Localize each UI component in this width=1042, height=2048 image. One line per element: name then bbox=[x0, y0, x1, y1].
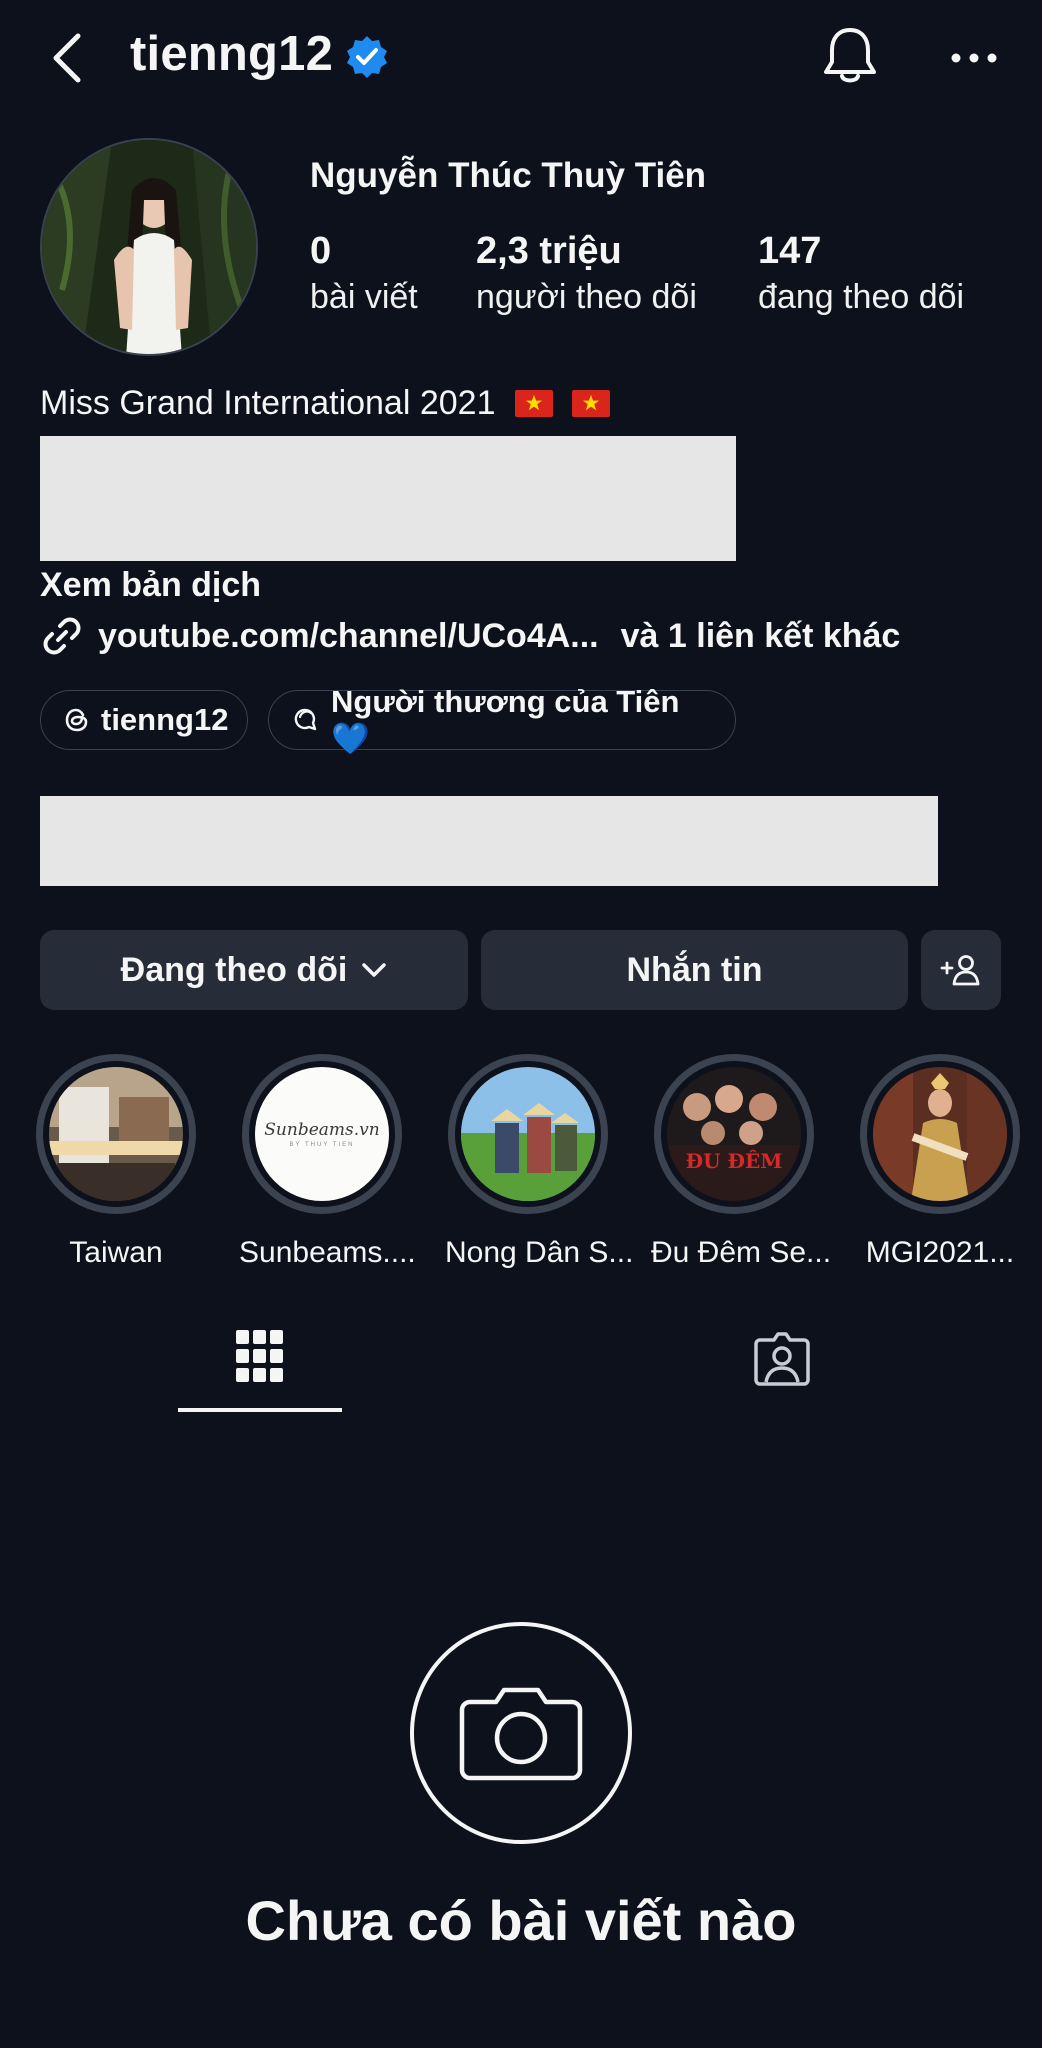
message-button[interactable]: Nhắn tin bbox=[481, 930, 908, 1010]
posts-label: bài viết bbox=[310, 278, 418, 316]
highlight-label: Nong Dân S... bbox=[445, 1236, 634, 1269]
broadcast-channel-chip[interactable]: Người thương của Tiên 💙 bbox=[268, 684, 736, 756]
highlight-sunbeams[interactable]: Sunbeams.vn BY THUY TIEN Sunbeams.... bbox=[239, 1054, 416, 1270]
bell-icon[interactable] bbox=[820, 24, 880, 88]
following-label: đang theo dõi bbox=[758, 278, 965, 316]
bio-link[interactable]: youtube.com/channel/UCo4A... và 1 liên k… bbox=[40, 614, 900, 658]
back-arrow-icon[interactable] bbox=[44, 28, 94, 88]
highlight-label: Đu Đêm Se... bbox=[651, 1236, 832, 1269]
highlight-du-dem[interactable]: ĐU ĐÊM Đu Đêm Se... bbox=[651, 1054, 832, 1270]
chevron-down-icon bbox=[361, 961, 387, 979]
highlight-ring bbox=[36, 1054, 196, 1214]
following-stat[interactable]: 147 đang theo dõi bbox=[758, 228, 964, 320]
followers-label: người theo dõi bbox=[476, 278, 697, 316]
sunbeams-logo-subtext: BY THUY TIEN bbox=[289, 1142, 355, 1148]
followers-stat[interactable]: 2,3 triệu người theo dõi bbox=[476, 228, 697, 320]
active-tab-indicator bbox=[178, 1408, 342, 1412]
following-button[interactable]: Đang theo dõi bbox=[40, 930, 468, 1010]
highlight-thumbnail: Sunbeams.vn BY THUY TIEN bbox=[255, 1067, 389, 1201]
add-person-icon bbox=[940, 953, 982, 987]
link-url[interactable]: youtube.com/channel/UCo4A... bbox=[98, 617, 599, 656]
channel-icon bbox=[291, 705, 321, 735]
message-button-label: Nhắn tin bbox=[626, 950, 763, 989]
following-count: 147 bbox=[758, 230, 822, 272]
highlight-thumbnail: ĐU ĐÊM bbox=[667, 1067, 801, 1201]
highlight-taiwan[interactable]: Taiwan bbox=[33, 1054, 199, 1270]
threads-icon bbox=[63, 706, 91, 734]
following-button-label: Đang theo dõi bbox=[120, 950, 348, 989]
threads-chip[interactable]: tienng12 bbox=[40, 690, 248, 750]
highlight-nong-dan[interactable]: Nong Dân S... bbox=[445, 1054, 634, 1270]
avatar[interactable] bbox=[40, 138, 258, 356]
highlight-mgi2021[interactable]: MGI2021... bbox=[857, 1054, 1023, 1270]
channel-name: Người thương của Tiên 💙 bbox=[331, 683, 680, 756]
empty-state-message: Chưa có bài viết nào bbox=[245, 1889, 797, 1952]
highlight-ring bbox=[448, 1054, 608, 1214]
highlight-ring: Sunbeams.vn BY THUY TIEN bbox=[242, 1054, 402, 1214]
see-translation-link[interactable]: Xem bản dịch bbox=[40, 566, 261, 605]
vietnam-flag-icon bbox=[514, 390, 553, 417]
sunbeams-logo-text: Sunbeams.vn bbox=[264, 1120, 380, 1140]
add-person-button[interactable] bbox=[921, 930, 1001, 1010]
followers-count: 2,3 triệu bbox=[476, 230, 622, 272]
bio-text: Miss Grand International 2021 bbox=[40, 384, 611, 423]
highlight-label: Sunbeams.... bbox=[239, 1236, 416, 1269]
vietnam-flag-icon bbox=[572, 390, 611, 417]
posts-stat[interactable]: 0 bài viết bbox=[310, 228, 418, 320]
bio-line: Miss Grand International 2021 bbox=[40, 384, 496, 422]
highlight-thumbnail bbox=[461, 1067, 595, 1201]
grid-icon bbox=[236, 1330, 284, 1384]
highlight-ring: ĐU ĐÊM bbox=[654, 1054, 814, 1214]
link-extra[interactable]: và 1 liên kết khác bbox=[621, 617, 901, 656]
more-icon[interactable] bbox=[944, 38, 1004, 78]
highlight-thumbnail bbox=[49, 1067, 183, 1201]
link-icon bbox=[40, 614, 84, 658]
header-username: tienng12 bbox=[130, 27, 334, 81]
threads-handle: tienng12 bbox=[101, 702, 229, 737]
redacted-block bbox=[40, 796, 938, 886]
posts-count: 0 bbox=[310, 230, 332, 272]
redacted-bio-block bbox=[40, 436, 736, 561]
highlight-thumbnail bbox=[873, 1067, 1007, 1201]
camera-icon bbox=[456, 1672, 586, 1792]
profile-full-name: Nguyễn Thúc Thuỳ Tiên bbox=[310, 156, 707, 195]
tagged-photos-icon[interactable] bbox=[752, 1330, 812, 1388]
highlight-label: Taiwan bbox=[69, 1236, 163, 1269]
verified-badge-icon bbox=[344, 34, 390, 80]
highlight-label: MGI2021... bbox=[865, 1236, 1015, 1269]
du-dem-poster-title: ĐU ĐÊM bbox=[685, 1149, 783, 1173]
highlight-ring bbox=[860, 1054, 1020, 1214]
